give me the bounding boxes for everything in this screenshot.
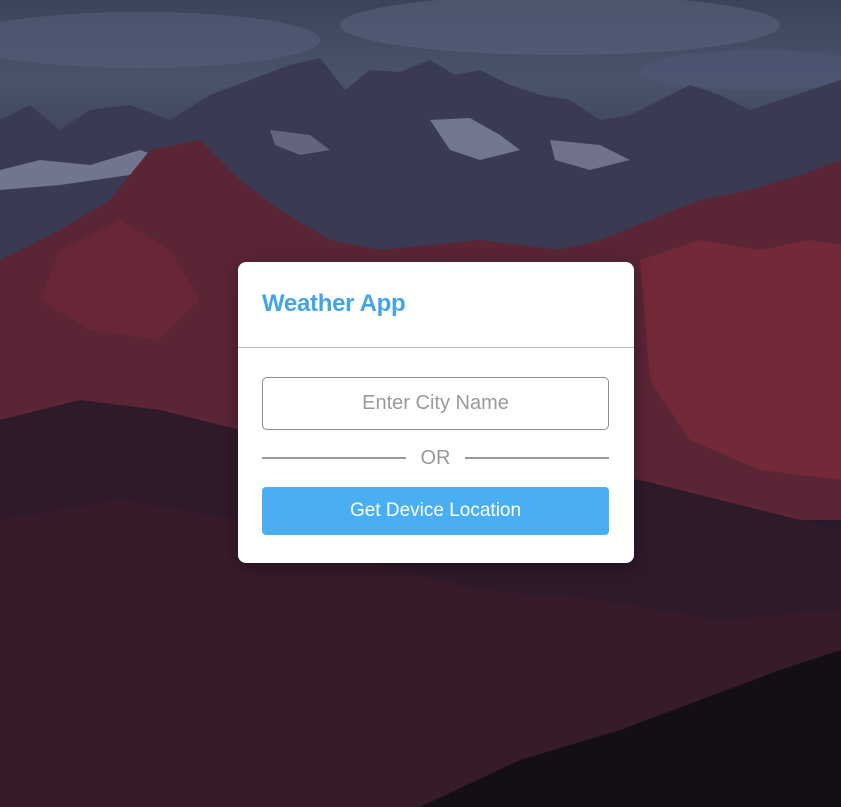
separator-line-right — [465, 457, 609, 459]
card-header: Weather App — [238, 262, 634, 348]
get-device-location-button[interactable]: Get Device Location — [262, 487, 609, 535]
or-separator: OR — [262, 446, 609, 470]
weather-card: Weather App OR Get Device Location — [238, 262, 634, 563]
city-name-input[interactable] — [262, 377, 609, 430]
app-title: Weather App — [262, 290, 406, 317]
